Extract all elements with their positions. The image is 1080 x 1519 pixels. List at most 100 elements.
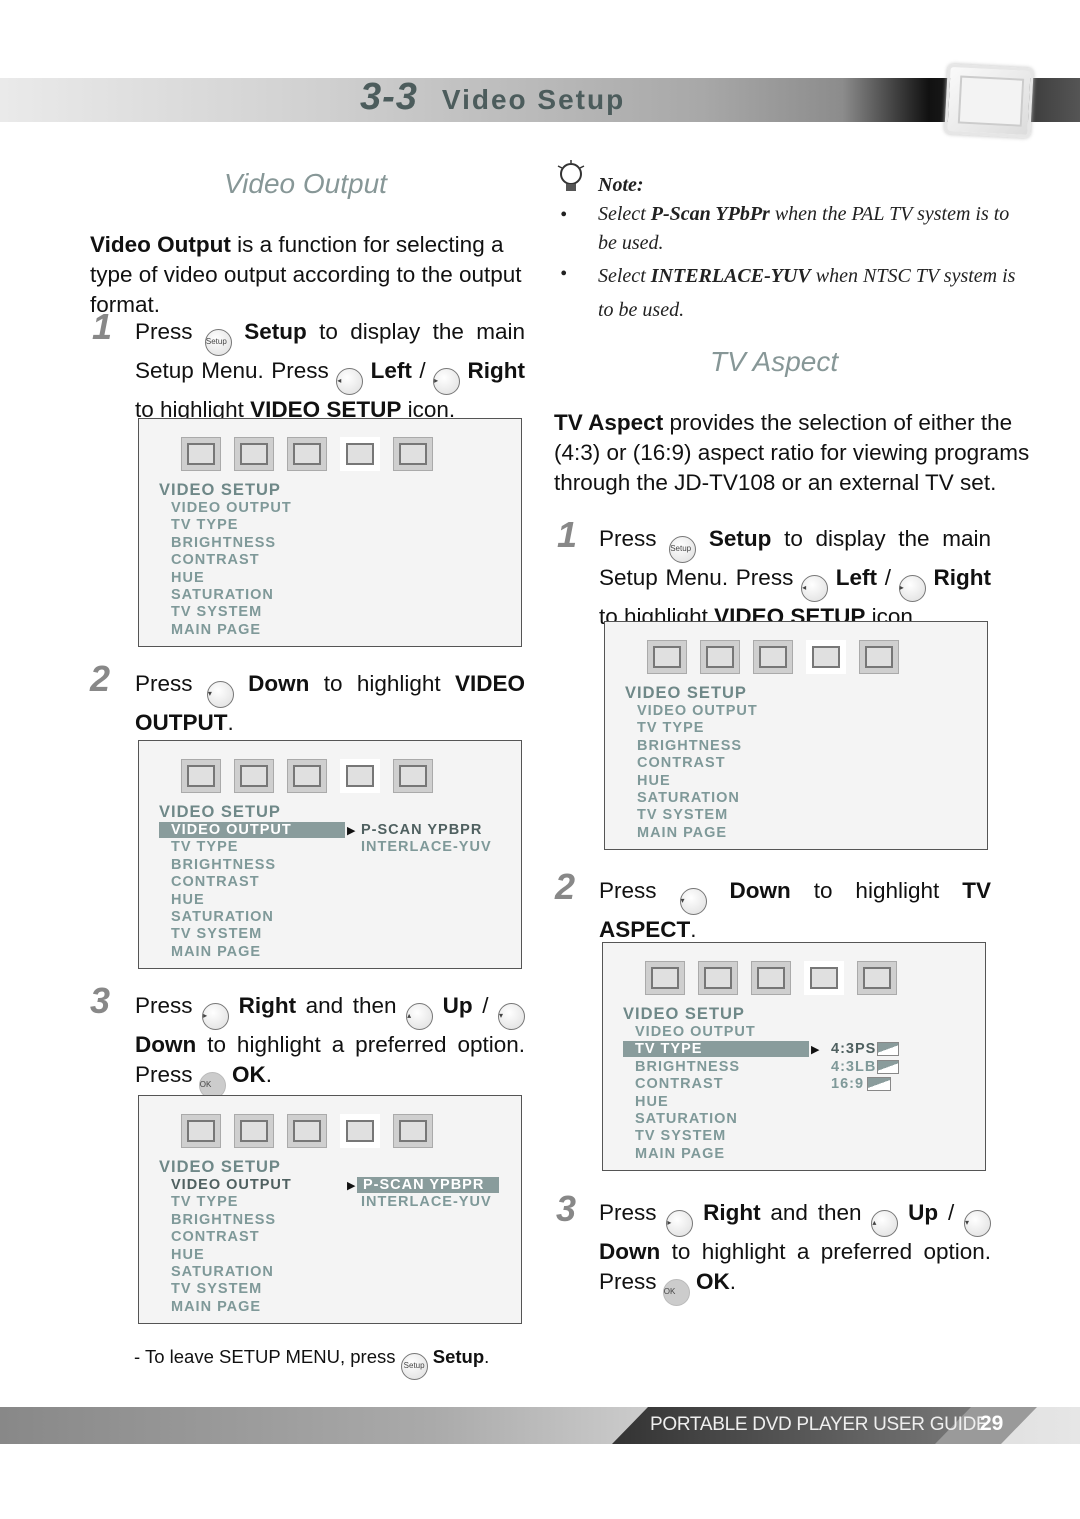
- text: and then: [760, 1200, 872, 1225]
- menu-item: CONTRAST: [171, 874, 260, 891]
- setup-menu-screenshot: VIDEO SETUP VIDEO OUTPUT TV TYPE BRIGHTNESS…: [138, 418, 522, 647]
- menu-option: 4:3LB: [831, 1058, 877, 1075]
- bold-text: Right: [229, 993, 297, 1018]
- text: Press: [599, 1200, 667, 1225]
- step-number: 1: [92, 306, 113, 347]
- setup-menu-screenshot: VIDEO SETUP VIDEO OUTPUT ▶ TV TYPE BRIGHTNES…: [138, 740, 522, 969]
- page-number: 29: [980, 1412, 1004, 1435]
- note-label: Note:: [598, 174, 644, 196]
- setup-menu-screenshot: VIDEO SETUP VIDEO OUTPUT ▶ TV TYPE BRIGHTNES…: [138, 1095, 522, 1324]
- bold-text: Down: [135, 1032, 197, 1057]
- setup-menu-screenshot: VIDEO SETUP VIDEO OUTPUT TV TYPE ▶ BRIGHTNES…: [602, 942, 986, 1171]
- language-icon: [647, 640, 687, 674]
- video-camera-icon: [340, 759, 380, 793]
- menu-item: BRIGHTNESS: [171, 534, 277, 551]
- video-camera-icon: [804, 961, 844, 995]
- menu-option: INTERLACE-YUV: [361, 1194, 492, 1211]
- text: .: [729, 1268, 737, 1294]
- menu-item: SATURATION: [171, 909, 274, 925]
- aspect-ratio-icon: [867, 1077, 891, 1092]
- up-button-icon: ▴: [406, 1003, 434, 1030]
- menu-item: TV SYSTEM: [171, 604, 263, 621]
- text: Press: [135, 671, 207, 696]
- speaker-icon: [753, 640, 793, 674]
- text: /: [938, 1200, 964, 1225]
- menu-item: CONTRAST: [171, 1229, 260, 1246]
- text: .: [227, 710, 234, 735]
- speaker-icon: [287, 1114, 327, 1148]
- text: .: [484, 1346, 490, 1367]
- monitor-icon: [393, 437, 433, 471]
- bold-text: Setup: [427, 1346, 485, 1367]
- video-output-heading: Video Output: [224, 168, 387, 199]
- text: to highlight: [309, 671, 455, 696]
- tv-aspect-intro: TV Aspect provides the selection of eith…: [554, 408, 1044, 498]
- bold-text: Down: [599, 1239, 661, 1264]
- step-number: 2: [90, 658, 111, 699]
- menu-item: HUE: [635, 1093, 669, 1110]
- left-button-icon: ◂: [336, 368, 364, 395]
- section-number: 3-3: [360, 76, 418, 118]
- bold-text: OK: [689, 1268, 730, 1294]
- up-button-icon: ▴: [871, 1210, 899, 1237]
- menu-item: HUE: [171, 1246, 205, 1263]
- step-text: Press ▸ Right and then ▴ Up / ▾ Down to …: [135, 991, 525, 1099]
- menu-item: TV SYSTEM: [635, 1128, 727, 1145]
- dvd-player-image: [944, 63, 1034, 139]
- section-title: Video Setup: [441, 84, 626, 115]
- bold-text: Up: [898, 1200, 939, 1225]
- menu-item: VIDEO OUTPUT: [159, 822, 345, 838]
- bold-text: Down: [706, 878, 791, 903]
- menu-item: CONTRAST: [637, 755, 726, 772]
- step-number: 2: [555, 866, 576, 907]
- text: /: [411, 358, 434, 383]
- menu-item: MAIN PAGE: [635, 1145, 726, 1162]
- step-text: Press ▸ Right and then ▴ Up / ▾ Down to …: [599, 1198, 991, 1306]
- text: /: [877, 565, 899, 590]
- lightbulb-icon: [556, 160, 586, 196]
- menu-item: TV SYSTEM: [171, 926, 263, 943]
- menu-option: 16:9: [831, 1076, 865, 1093]
- down-button-icon: ▾: [679, 888, 707, 915]
- setup-button-icon: Setup: [204, 329, 232, 356]
- text: Press: [135, 319, 205, 344]
- ok-button-icon: OK: [662, 1278, 690, 1306]
- bold-text: Left: [828, 565, 878, 590]
- menu-item: TV TYPE: [171, 517, 239, 534]
- right-button-icon: ▸: [433, 368, 461, 395]
- selection-arrow-icon: ▶: [347, 825, 356, 837]
- menu-item: BRIGHTNESS: [171, 856, 277, 873]
- text: Select: [598, 203, 651, 225]
- guide-title: PORTABLE DVD PLAYER USER GUIDE: [650, 1414, 989, 1435]
- text: Select: [598, 265, 651, 287]
- language-icon: [181, 437, 221, 471]
- bold-text: Down: [233, 671, 310, 696]
- bold-text: Video Output: [90, 232, 231, 257]
- menu-item: BRIGHTNESS: [635, 1058, 741, 1075]
- menu-item: TV TYPE: [623, 1041, 809, 1058]
- text: to highlight: [790, 878, 963, 903]
- down-button-icon: ▾: [964, 1210, 991, 1237]
- step-text: Press Setup Setup to display the main Se…: [599, 524, 991, 632]
- menu-item: TV TYPE: [171, 1194, 239, 1211]
- audio-icon: [234, 437, 274, 471]
- text: .: [265, 1061, 273, 1087]
- down-button-icon: ▾: [498, 1003, 525, 1030]
- menu-item: TV TYPE: [171, 839, 239, 856]
- video-camera-icon: [340, 1114, 380, 1148]
- right-button-icon: ▸: [898, 575, 926, 602]
- speaker-icon: [751, 961, 791, 995]
- menu-item: VIDEO OUTPUT: [635, 1024, 756, 1040]
- step-text: Press ▾ Down to highlight VIDEO OUTPUT.: [135, 669, 525, 738]
- setup-menu-screenshot: VIDEO SETUP VIDEO OUTPUT TV TYPE BRIGHTNESS…: [604, 621, 988, 850]
- step-text: Press ▾ Down to highlight TV ASPECT.: [599, 876, 991, 945]
- menu-item: BRIGHTNESS: [637, 737, 743, 754]
- menu-item: MAIN PAGE: [171, 621, 262, 638]
- menu-item: SATURATION: [171, 1264, 274, 1280]
- page-title: 3-3 Video Setup: [360, 76, 625, 119]
- note-item: Select P-Scan YPbPr when the PAL TV syst…: [598, 200, 1028, 258]
- video-camera-icon: [806, 640, 846, 674]
- monitor-icon: [859, 640, 899, 674]
- step-number: 3: [90, 980, 111, 1021]
- monitor-icon: [857, 961, 897, 995]
